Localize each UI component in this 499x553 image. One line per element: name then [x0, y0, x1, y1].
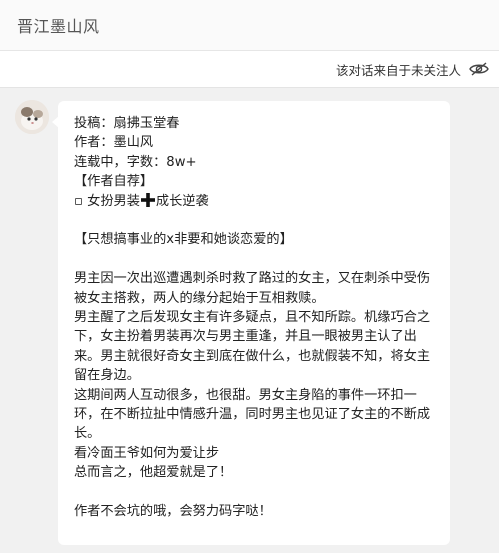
plus-cross-icon	[140, 192, 155, 207]
message-content: 投稿：扇拂玉堂春 作者：墨山风 连载中，字数：8w+ 【作者自荐】 ▫ 女扮男装…	[74, 114, 440, 521]
recommend-header: 【作者自荐】	[74, 174, 154, 190]
chat-header: 晋江墨山风	[0, 0, 499, 51]
stranger-notice-bar: 该对话来自于未关注人	[0, 51, 499, 88]
status-line: 连载中，字数：8w+	[74, 154, 197, 170]
synopsis-paragraph: 看冷面王爷如何为爱让步	[74, 445, 220, 461]
theme-line: 【只想搞事业的x非要和她谈恋爱的】	[74, 232, 293, 248]
synopsis-paragraph: 男主因一次出巡遭遇刺杀时救了路过的女主，又在刺杀中受伤被女主搭救，两人的缘分起始…	[74, 271, 431, 306]
tags-line: ▫ 女扮男装 成长逆袭	[74, 192, 440, 211]
synopsis-paragraph: 总而言之，他超爱就是了！	[74, 465, 233, 481]
tag-suffix: 成长逆袭	[155, 193, 209, 209]
user-avatar-icon	[15, 100, 49, 134]
message-bubble[interactable]: 投稿：扇拂玉堂春 作者：墨山风 连载中，字数：8w+ 【作者自荐】 ▫ 女扮男装…	[58, 101, 450, 545]
avatar[interactable]	[15, 100, 49, 134]
synopsis-paragraph: 男主醒了之后发现女主有许多疑点，且不知所踪。机缘巧合之下，女主扮着男装再次与男主…	[74, 310, 431, 384]
chat-title: 晋江墨山风	[17, 17, 100, 36]
stranger-notice-text: 该对话来自于未关注人	[335, 63, 461, 78]
submission-line: 投稿：扇拂玉堂春	[74, 116, 180, 131]
tag-prefix: ▫ 女扮男装	[74, 193, 140, 209]
closing-line: 作者不会坑的哦，会努力码字哒！	[74, 504, 272, 520]
synopsis-paragraph: 这期间两人互动很多，也很甜。男女主身陷的事件一环扣一环，在不断拉扯中情感升温，同…	[74, 387, 431, 442]
eye-hidden-icon[interactable]	[469, 61, 489, 77]
author-line: 作者：墨山风	[74, 135, 154, 151]
